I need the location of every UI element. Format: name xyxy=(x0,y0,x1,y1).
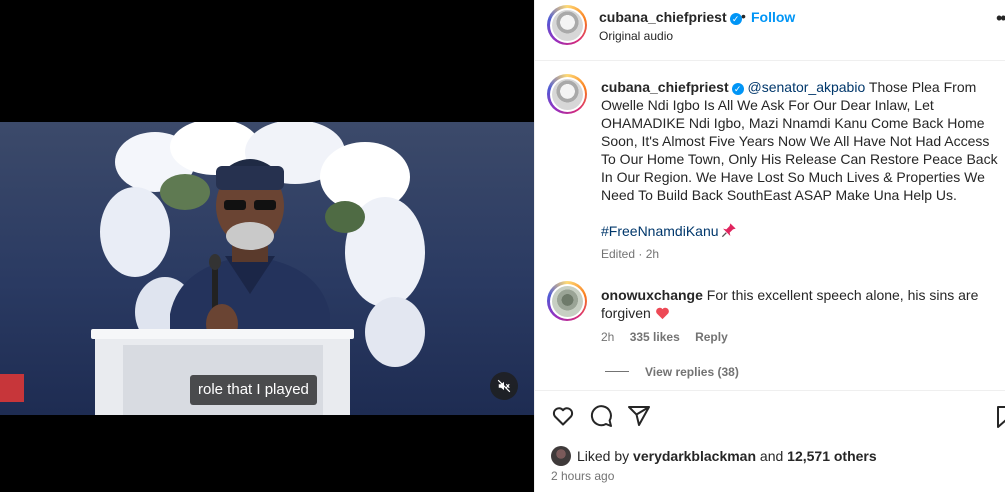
comment-reply-button[interactable]: Reply xyxy=(695,330,728,344)
replies-line xyxy=(605,371,629,372)
more-options-button[interactable]: ••• xyxy=(996,8,1005,29)
post-actions xyxy=(551,404,651,430)
post-timestamp[interactable]: 2 hours ago xyxy=(551,469,614,483)
author-avatar[interactable] xyxy=(547,5,587,45)
author-username-text[interactable]: cubana_chiefpriest xyxy=(599,9,727,25)
commenter-username[interactable]: onowuxchange xyxy=(601,287,703,303)
bookmark-icon[interactable] xyxy=(996,405,1005,429)
mute-button[interactable] xyxy=(490,372,518,400)
hashtag-link[interactable]: #FreeNnamdiKanu xyxy=(601,222,737,239)
red-stage-light xyxy=(0,374,24,402)
video-caption: role that I played xyxy=(190,375,317,405)
liked-by-user[interactable]: verydarkblackman xyxy=(633,448,756,464)
media-pane: role that I played xyxy=(0,0,534,492)
caption-body: Those Plea From Owelle Ndi Igbo Is All W… xyxy=(601,79,998,203)
header-divider xyxy=(535,60,1005,61)
view-replies-button[interactable]: View replies (38) xyxy=(605,365,739,379)
likes-count[interactable]: 12,571 others xyxy=(787,448,877,464)
comment-time: 2h xyxy=(601,330,615,344)
mute-icon xyxy=(497,379,511,393)
follow-button[interactable]: Follow xyxy=(751,9,795,25)
red-heart-emoji-icon xyxy=(655,307,669,320)
author-username[interactable]: cubana_chiefpriest ✓ xyxy=(599,9,742,25)
verified-badge-icon: ✓ xyxy=(729,13,742,25)
caption-verified-badge-icon: ✓ xyxy=(731,83,744,95)
comment-text: onowuxchange For this excellent speech a… xyxy=(601,286,981,322)
pin-icon xyxy=(721,223,736,238)
comment-icon[interactable] xyxy=(589,404,613,428)
hashtag-text[interactable]: #FreeNnamdiKanu xyxy=(601,223,719,239)
original-audio-link[interactable]: Original audio xyxy=(599,29,673,43)
like-heart-icon[interactable] xyxy=(551,404,575,428)
comment-likes[interactable]: 335 likes xyxy=(630,330,680,344)
caption-username[interactable]: cubana_chiefpriest xyxy=(601,79,729,95)
share-icon[interactable] xyxy=(627,404,651,428)
post-caption: cubana_chiefpriest ✓ @senator_akpabio Tho… xyxy=(601,78,1003,204)
podium-rim xyxy=(91,329,354,339)
header-separator: • xyxy=(741,8,746,24)
likes-summary: Liked by verydarkblackman and 12,571 oth… xyxy=(551,446,877,466)
caption-author-avatar[interactable] xyxy=(547,74,587,114)
comment-meta: 2h 335 likes Reply xyxy=(601,330,740,344)
liker-avatar[interactable] xyxy=(551,446,571,466)
commenter-avatar[interactable] xyxy=(547,281,587,321)
caption-edited-time: Edited · 2h xyxy=(601,247,660,261)
actions-divider xyxy=(535,390,1005,391)
liked-by-prefix: Liked by xyxy=(577,448,630,464)
view-replies-label[interactable]: View replies (38) xyxy=(645,365,739,379)
liked-by-joiner: and xyxy=(759,448,784,464)
caption-mention-link[interactable]: @senator_akpabio xyxy=(748,79,866,95)
post-panel: cubana_chiefpriest ✓ • Follow Original au… xyxy=(534,0,1005,492)
reel-video[interactable]: role that I played xyxy=(0,122,534,415)
